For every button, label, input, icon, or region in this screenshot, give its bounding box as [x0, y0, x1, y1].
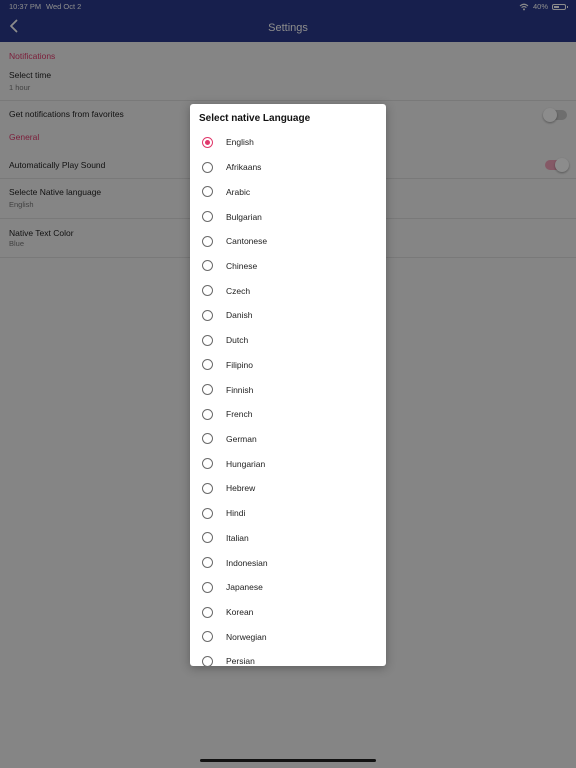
language-option[interactable]: Hebrew: [190, 476, 386, 501]
language-option[interactable]: Bulgarian: [190, 204, 386, 229]
radio-button[interactable]: [202, 359, 213, 371]
language-option[interactable]: Indonesian: [190, 550, 386, 575]
language-label: Cantonese: [226, 236, 268, 247]
radio-button[interactable]: [202, 433, 213, 445]
language-list: English Afrikaans Arabic Bulgarian Cantonese…: [190, 130, 386, 666]
language-label: Filipino: [226, 359, 253, 370]
radio-button[interactable]: [202, 482, 213, 494]
radio-button[interactable]: [202, 557, 213, 569]
dialog-title: Select native Language: [199, 113, 311, 124]
language-option[interactable]: Italian: [190, 526, 386, 551]
radio-button[interactable]: [202, 136, 213, 148]
language-option[interactable]: Danish: [190, 303, 386, 328]
language-label: Arabic: [226, 186, 251, 197]
radio-button[interactable]: [202, 260, 213, 272]
radio-button[interactable]: [202, 186, 213, 198]
language-option[interactable]: Persian: [190, 649, 386, 666]
language-option[interactable]: Norwegian: [190, 624, 386, 649]
radio-button[interactable]: [202, 309, 213, 321]
language-label: Korean: [226, 607, 254, 618]
language-option[interactable]: Czech: [190, 278, 386, 303]
language-option[interactable]: Chinese: [190, 254, 386, 279]
language-option[interactable]: Hindi: [190, 501, 386, 526]
language-label: Afrikaans: [226, 162, 262, 173]
language-option[interactable]: French: [190, 402, 386, 427]
language-label: Chinese: [226, 260, 258, 271]
language-option[interactable]: English: [190, 130, 386, 155]
radio-button[interactable]: [202, 655, 213, 666]
language-label: Danish: [226, 310, 253, 321]
language-option[interactable]: Dutch: [190, 328, 386, 353]
language-label: Hebrew: [226, 483, 256, 494]
language-option[interactable]: Hungarian: [190, 451, 386, 476]
language-label: French: [226, 409, 253, 420]
language-option[interactable]: Korean: [190, 600, 386, 625]
radio-button[interactable]: [202, 631, 213, 643]
language-option[interactable]: Finnish: [190, 377, 386, 402]
language-label: Italian: [226, 532, 249, 543]
language-label: Bulgarian: [226, 211, 262, 222]
language-option[interactable]: German: [190, 427, 386, 452]
radio-button[interactable]: [202, 235, 213, 247]
language-label: Japanese: [226, 582, 263, 593]
radio-button[interactable]: [202, 408, 213, 420]
language-option[interactable]: Arabic: [190, 179, 386, 204]
radio-button[interactable]: [202, 161, 213, 173]
language-label: Indonesian: [226, 557, 268, 568]
language-label: English: [226, 137, 254, 148]
radio-button[interactable]: [202, 384, 213, 396]
language-option[interactable]: Afrikaans: [190, 155, 386, 180]
language-label: Czech: [226, 285, 251, 296]
language-label: Persian: [226, 656, 255, 666]
radio-button[interactable]: [202, 532, 213, 544]
radio-button[interactable]: [202, 334, 213, 346]
language-label: Hungarian: [226, 458, 266, 469]
language-option[interactable]: Cantonese: [190, 229, 386, 254]
language-label: Norwegian: [226, 631, 267, 642]
radio-button[interactable]: [202, 285, 213, 297]
screen: 10:37 PM Wed Oct 2 40% Settings Notifica…: [0, 0, 576, 768]
radio-button[interactable]: [202, 581, 213, 593]
language-label: Finnish: [226, 384, 254, 395]
language-label: Hindi: [226, 508, 246, 519]
language-dialog: Select native Language English Afrikaans A…: [190, 104, 386, 666]
radio-button[interactable]: [202, 211, 213, 223]
radio-button[interactable]: [202, 458, 213, 470]
radio-button[interactable]: [202, 606, 213, 618]
language-label: German: [226, 433, 257, 444]
language-label: Dutch: [226, 335, 249, 346]
language-option[interactable]: Japanese: [190, 575, 386, 600]
language-option[interactable]: Filipino: [190, 352, 386, 377]
radio-button[interactable]: [202, 507, 213, 519]
home-indicator[interactable]: [200, 759, 376, 762]
